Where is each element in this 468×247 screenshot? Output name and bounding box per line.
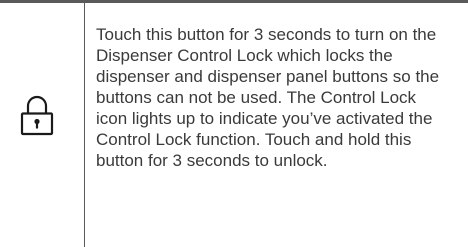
icon-cell	[0, 3, 84, 247]
padlock-icon	[20, 95, 54, 136]
column-divider	[84, 3, 85, 247]
description-text: Touch this button for 3 seconds to turn …	[96, 25, 440, 170]
description-cell: Touch this button for 3 seconds to turn …	[96, 24, 446, 224]
